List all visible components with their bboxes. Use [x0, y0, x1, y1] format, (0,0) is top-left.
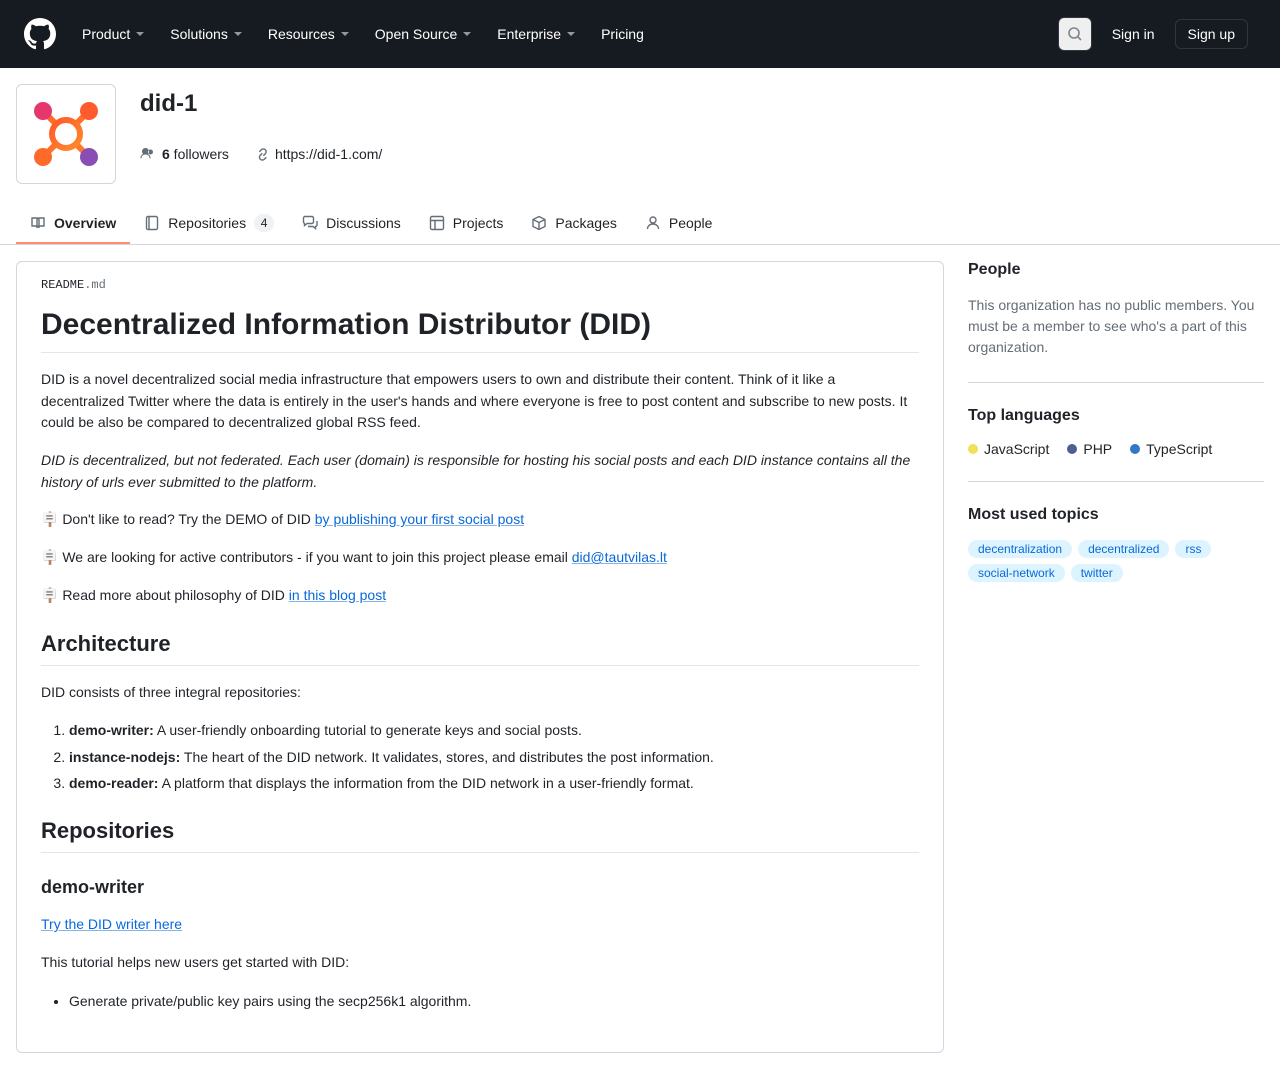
chevron-down-icon: [232, 28, 244, 40]
topic-tag[interactable]: rss: [1175, 540, 1211, 558]
repo-icon: [144, 215, 160, 231]
readme-box: README.md Decentralized Information Dist…: [16, 261, 944, 1053]
repo-count-badge: 4: [254, 214, 274, 232]
link-icon: [253, 146, 269, 162]
writer-list: Generate private/public key pairs using …: [41, 990, 919, 1012]
readme-p: 🪧 Don't like to read? Try the DEMO of DI…: [41, 509, 919, 531]
readme-p: DID consists of three integral repositor…: [41, 682, 919, 704]
sidebar-topics: Most used topics decentralization decent…: [968, 506, 1264, 606]
site-header: Product Solutions Resources Open Source …: [0, 0, 1280, 68]
sidebar-people: People This organization has no public m…: [968, 261, 1264, 383]
sidebar-languages: Top languages JavaScript PHP TypeScript: [968, 407, 1264, 482]
signin-link[interactable]: Sign in: [1104, 20, 1163, 48]
tab-people[interactable]: People: [631, 204, 727, 244]
tab-projects[interactable]: Projects: [415, 204, 518, 244]
sidebar-title: Top languages: [968, 407, 1264, 425]
nav-enterprise[interactable]: Enterprise: [487, 18, 587, 50]
lang-item[interactable]: JavaScript: [968, 441, 1049, 457]
readme-filename[interactable]: README.md: [17, 262, 943, 300]
arch-list: demo-writer: A user-friendly onboarding …: [41, 719, 919, 794]
signup-button[interactable]: Sign up: [1175, 19, 1248, 49]
person-icon: [645, 215, 661, 231]
package-icon: [531, 215, 547, 231]
project-icon: [429, 215, 445, 231]
chevron-down-icon: [565, 28, 577, 40]
topic-tag[interactable]: decentralized: [1078, 540, 1169, 558]
readme-h2: Architecture: [41, 631, 919, 666]
blog-link[interactable]: in this blog post: [289, 587, 386, 603]
list-item: instance-nodejs: The heart of the DID ne…: [69, 746, 919, 768]
org-header: did-1 6 followers https://did-1.com/: [0, 68, 1280, 184]
topic-tag[interactable]: decentralization: [968, 540, 1072, 558]
tab-overview[interactable]: Overview: [16, 204, 130, 244]
readme-p: Try the DID writer here: [41, 914, 919, 936]
lang-item[interactable]: PHP: [1067, 441, 1112, 457]
email-link[interactable]: did@tautvilas.lt: [572, 549, 667, 565]
followers-link[interactable]: 6 followers: [140, 146, 229, 162]
nav-pricing[interactable]: Pricing: [591, 18, 654, 50]
sidebar-title: People: [968, 261, 1264, 279]
chevron-down-icon: [134, 28, 146, 40]
book-icon: [30, 215, 46, 231]
search-button[interactable]: [1058, 17, 1092, 51]
org-tabs: Overview Repositories 4 Discussions Proj…: [0, 204, 1280, 245]
list-item: demo-writer: A user-friendly onboarding …: [69, 719, 919, 741]
readme-p: 🪧 We are looking for active contributors…: [41, 547, 919, 569]
readme-p: DID is decentralized, but not federated.…: [41, 450, 919, 493]
primary-nav: Product Solutions Resources Open Source …: [72, 18, 1058, 50]
topic-tag[interactable]: social-network: [968, 564, 1065, 582]
sidebar-title: Most used topics: [968, 506, 1264, 524]
github-logo[interactable]: [24, 18, 56, 50]
list-item: demo-reader: A platform that displays th…: [69, 772, 919, 794]
org-name: did-1: [140, 90, 382, 118]
chevron-down-icon: [461, 28, 473, 40]
nav-solutions[interactable]: Solutions: [160, 18, 254, 50]
sidebar-text: This organization has no public members.…: [968, 295, 1264, 358]
discussion-icon: [302, 215, 318, 231]
readme-p: This tutorial helps new users get starte…: [41, 952, 919, 974]
chevron-down-icon: [339, 28, 351, 40]
tab-packages[interactable]: Packages: [517, 204, 630, 244]
readme-p: DID is a novel decentralized social medi…: [41, 369, 919, 434]
demo-link[interactable]: by publishing your first social post: [315, 511, 524, 527]
tab-repositories[interactable]: Repositories 4: [130, 204, 288, 244]
readme-h2: Repositories: [41, 818, 919, 853]
nav-opensource[interactable]: Open Source: [365, 18, 484, 50]
writer-link[interactable]: Try the DID writer here: [41, 916, 182, 932]
tab-discussions[interactable]: Discussions: [288, 204, 415, 244]
search-icon: [1067, 26, 1083, 42]
topic-tag[interactable]: twitter: [1071, 564, 1123, 582]
website-link[interactable]: https://did-1.com/: [253, 146, 382, 162]
nav-resources[interactable]: Resources: [258, 18, 361, 50]
readme-p: 🪧 Read more about philosophy of DID in t…: [41, 585, 919, 607]
readme-h3: demo-writer: [41, 877, 919, 898]
org-avatar[interactable]: [16, 84, 116, 184]
readme-h1: Decentralized Information Distributor (D…: [41, 308, 919, 353]
lang-item[interactable]: TypeScript: [1130, 441, 1212, 457]
nav-product[interactable]: Product: [72, 18, 156, 50]
list-item: Generate private/public key pairs using …: [69, 990, 919, 1012]
people-icon: [140, 146, 156, 162]
